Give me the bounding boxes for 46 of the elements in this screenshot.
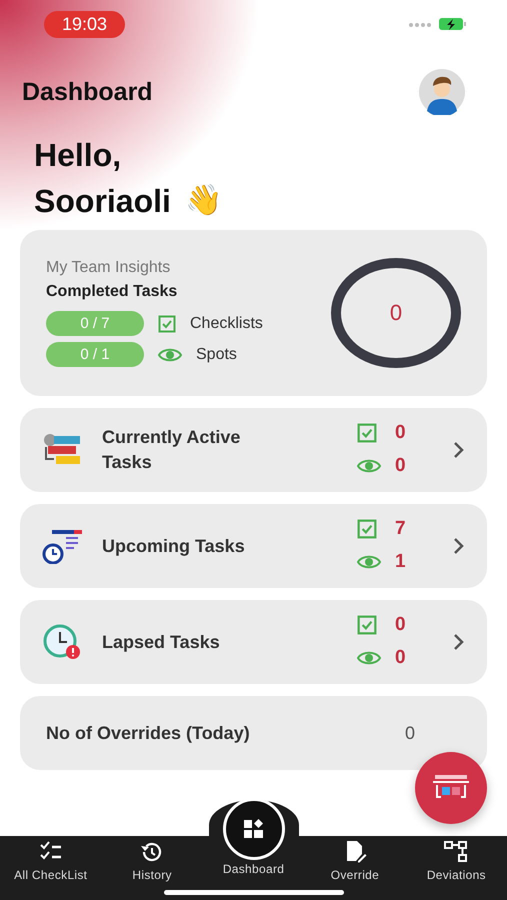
waving-hand-emoji: 👋 [184, 183, 222, 219]
task-card[interactable]: Upcoming Tasks 7 1 [20, 504, 487, 588]
spot-count: 0 [395, 647, 407, 669]
chevron-right-icon [453, 633, 465, 651]
avatar[interactable] [419, 69, 465, 115]
insights-title: My Team Insights [46, 259, 172, 277]
status-time: 19:03 [44, 10, 126, 38]
chevron-right-icon [453, 441, 465, 459]
nav-tab[interactable]: Deviations [406, 836, 507, 884]
checklist-count: 7 [395, 518, 407, 540]
nav-tab[interactable]: Dashboard [202, 798, 304, 884]
row-label: Checklists [190, 314, 263, 332]
checklist-count: 0 [395, 614, 407, 636]
checklist-count: 0 [395, 422, 407, 444]
spot-count: 0 [395, 455, 407, 477]
count-pill: 0 / 1 [46, 342, 144, 367]
insights-subtitle: Completed Tasks [46, 283, 178, 301]
checkbox-icon [158, 314, 176, 332]
row-label: Spots [196, 346, 237, 364]
scan-button[interactable] [415, 752, 487, 824]
overrides-value: 0 [404, 722, 415, 744]
task-card[interactable]: Currently Active Tasks 0 0 [20, 408, 487, 492]
nav-tab[interactable]: All CheckList [0, 836, 102, 884]
total-ring: 0 [331, 258, 461, 368]
count-pill: 0 / 7 [46, 311, 144, 336]
checkbox-icon [357, 519, 377, 539]
nav-tab[interactable]: Override [304, 836, 406, 884]
clock-alert-icon [42, 624, 82, 660]
task-card[interactable]: Lapsed Tasks 0 0 [20, 600, 487, 684]
task-blocks-icon [42, 433, 82, 467]
user-name: Sooriaoli [34, 182, 171, 221]
task-title: Currently Active Tasks [101, 426, 242, 474]
battery-icon [407, 16, 467, 32]
checkbox-icon [357, 615, 377, 635]
screen-title: Dashboard [22, 78, 153, 106]
nav-tab[interactable]: History [101, 836, 203, 884]
overrides-label: No of Overrides (Today) [46, 722, 250, 744]
task-title: Lapsed Tasks [101, 630, 221, 654]
task-title: Upcoming Tasks [101, 534, 246, 558]
calendar-clock-icon [42, 528, 82, 564]
spot-count: 1 [395, 551, 407, 573]
greeting-text: Hello, [34, 136, 122, 175]
flowchart-icon [444, 840, 468, 864]
dashboard-icon [242, 817, 266, 841]
checkbox-icon [357, 423, 377, 443]
chevron-right-icon [453, 537, 465, 555]
